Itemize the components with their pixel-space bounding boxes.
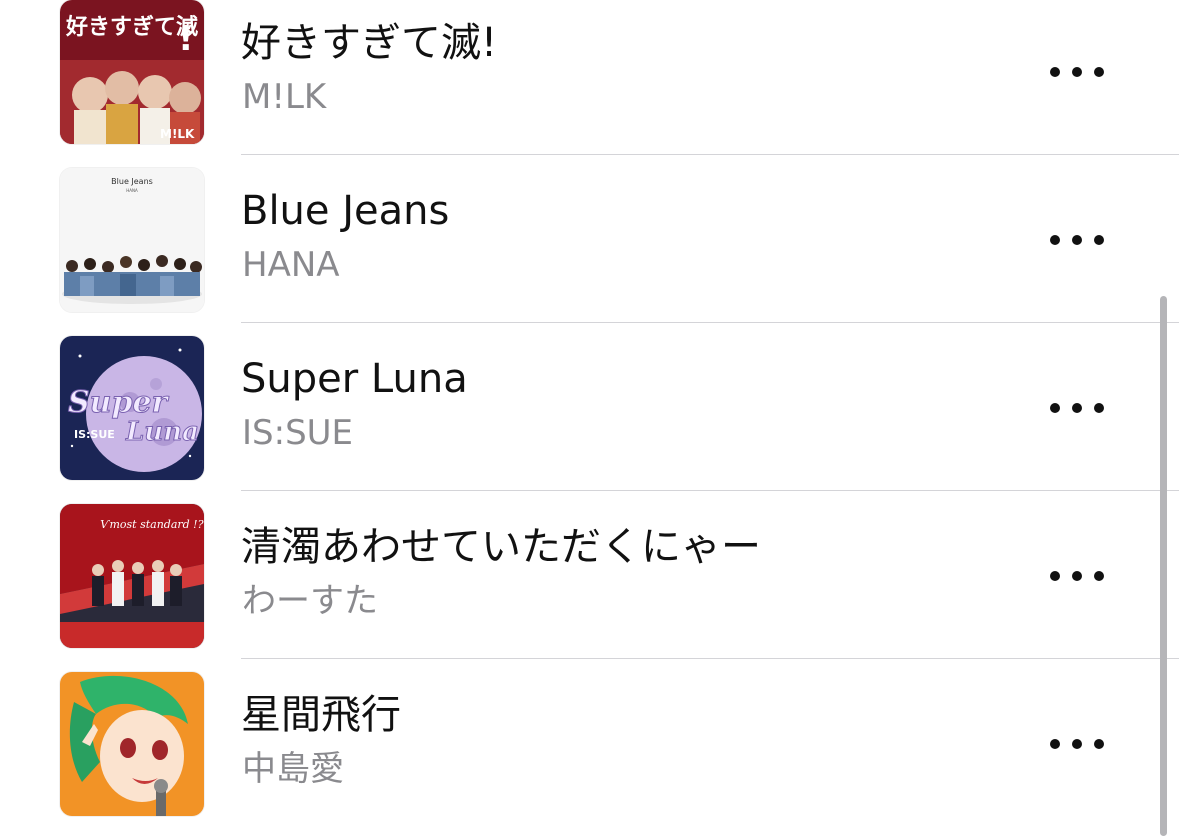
- song-title: 清濁あわせていただくにゃー: [241, 524, 761, 570]
- ellipsis-icon[interactable]: [1050, 729, 1104, 759]
- song-artist: HANA: [242, 245, 340, 285]
- ellipsis-icon[interactable]: [1050, 57, 1104, 87]
- song-row[interactable]: Super Luna IS:SUE Super Luna IS:SUE: [0, 323, 1179, 491]
- song-title: 星間飛行: [241, 692, 401, 738]
- album-art[interactable]: [60, 672, 204, 816]
- song-artist: 中島愛: [242, 749, 344, 789]
- scrollbar[interactable]: [1160, 296, 1167, 836]
- album-art-image: 好きすぎて滅 ! M!LK: [60, 0, 204, 144]
- song-title: 好きすぎて滅!: [241, 20, 498, 66]
- album-art-text: Super: [68, 385, 170, 420]
- album-art[interactable]: Super Luna IS:SUE: [60, 336, 204, 480]
- song-row[interactable]: 星間飛行 中島愛: [0, 659, 1179, 827]
- album-art-image: Super Luna IS:SUE: [60, 336, 204, 480]
- album-art-image: Ѵmost standard !?: [60, 504, 204, 648]
- album-art-image: Blue Jeans HANA: [60, 168, 204, 312]
- album-art-text: IS:SUE: [74, 428, 115, 441]
- album-art[interactable]: 好きすぎて滅 ! M!LK: [60, 0, 204, 144]
- album-art[interactable]: Blue Jeans HANA: [60, 168, 204, 312]
- album-art-text: Ѵmost standard !?: [100, 518, 204, 531]
- album-art-text: HANA: [126, 188, 138, 193]
- song-artist: M!LK: [242, 77, 327, 117]
- song-row[interactable]: Blue Jeans HANA Blue Jeans HANA: [0, 155, 1179, 323]
- album-art[interactable]: Ѵmost standard !?: [60, 504, 204, 648]
- album-art-image: [60, 672, 204, 816]
- song-title: Super Luna: [241, 356, 468, 402]
- song-list: 好きすぎて滅 ! M!LK 好きすぎて滅! M!LK Blue Jeans HA…: [0, 0, 1179, 827]
- album-art-text: Luna: [125, 417, 199, 447]
- ellipsis-icon[interactable]: [1050, 225, 1104, 255]
- song-row[interactable]: 好きすぎて滅 ! M!LK 好きすぎて滅! M!LK: [0, 0, 1179, 155]
- song-artist: IS:SUE: [242, 413, 354, 453]
- album-art-text: M!LK: [160, 127, 195, 141]
- album-art-text: Blue Jeans: [111, 177, 153, 186]
- ellipsis-icon[interactable]: [1050, 561, 1104, 591]
- ellipsis-icon[interactable]: [1050, 393, 1104, 423]
- song-title: Blue Jeans: [241, 188, 450, 234]
- song-artist: わーすた: [242, 581, 378, 621]
- album-art-text: !: [178, 19, 194, 59]
- song-row[interactable]: Ѵmost standard !? 清濁あわせていただくにゃー わーすた: [0, 491, 1179, 659]
